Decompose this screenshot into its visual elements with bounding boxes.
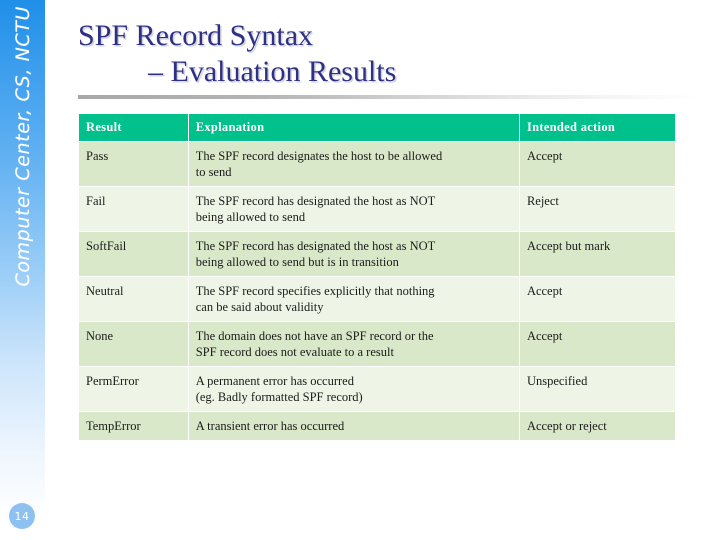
cell-explanation: The SPF record has designated the host a… (188, 187, 519, 231)
page-number-badge: 14 (9, 503, 35, 529)
cell-intended-action: Accept (519, 277, 675, 321)
cell-explanation: The SPF record has designated the host a… (188, 232, 519, 276)
table-row: Fail The SPF record has designated the ho… (79, 187, 675, 231)
cell-explanation: A permanent error has occurred (eg. Badl… (188, 367, 519, 411)
cell-explanation: The domain does not have an SPF record o… (188, 322, 519, 366)
cell-result: PermError (79, 367, 188, 411)
cell-intended-action: Accept but mark (519, 232, 675, 276)
title-line-secondary: – Evaluation Results (148, 55, 397, 88)
title-underline-rule (78, 95, 698, 99)
table-header-row: Result Explanation Intended action (79, 114, 675, 141)
cell-intended-action: Accept or reject (519, 412, 675, 440)
title-line-primary: SPF Record Syntax (78, 19, 314, 52)
evaluation-results-table: Result Explanation Intended action Pass T… (78, 113, 676, 441)
cell-explanation: The SPF record designates the host to be… (188, 142, 519, 186)
table-row: TempError A transient error has occurred A… (79, 412, 675, 440)
sidebar-label-text: Computer Center, CS, NCTU (11, 6, 34, 287)
cell-result: Pass (79, 142, 188, 186)
cell-result: None (79, 322, 188, 366)
cell-result: Fail (79, 187, 188, 231)
table-row: PermError A permanent error has occurred … (79, 367, 675, 411)
cell-intended-action: Accept (519, 142, 675, 186)
cell-intended-action: Accept (519, 322, 675, 366)
cell-explanation: A transient error has occurred (188, 412, 519, 440)
table-body: Pass The SPF record designates the host t… (79, 142, 675, 440)
cell-result: TempError (79, 412, 188, 440)
cell-intended-action: Unspecified (519, 367, 675, 411)
cell-result: Neutral (79, 277, 188, 321)
cell-result: SoftFail (79, 232, 188, 276)
table-row: SoftFail The SPF record has designated th… (79, 232, 675, 276)
page-title: SPF Record Syntax – Evaluation Results (78, 18, 678, 90)
column-header-intended-action: Intended action (519, 114, 675, 141)
sidebar-vertical-label: Computer Center, CS, NCTU (0, 0, 45, 470)
column-header-result: Result (79, 114, 188, 141)
cell-explanation: The SPF record specifies explicitly that… (188, 277, 519, 321)
page-number-text: 14 (14, 509, 30, 523)
sidebar-banner: Computer Center, CS, NCTU 14 (0, 0, 45, 540)
table-header: Result Explanation Intended action (79, 114, 675, 141)
slide-canvas: Computer Center, CS, NCTU 14 SPF Record … (0, 0, 720, 540)
column-header-explanation: Explanation (188, 114, 519, 141)
table-row: Pass The SPF record designates the host t… (79, 142, 675, 186)
cell-intended-action: Reject (519, 187, 675, 231)
table-row: Neutral The SPF record specifies explicit… (79, 277, 675, 321)
table-row: None The domain does not have an SPF reco… (79, 322, 675, 366)
